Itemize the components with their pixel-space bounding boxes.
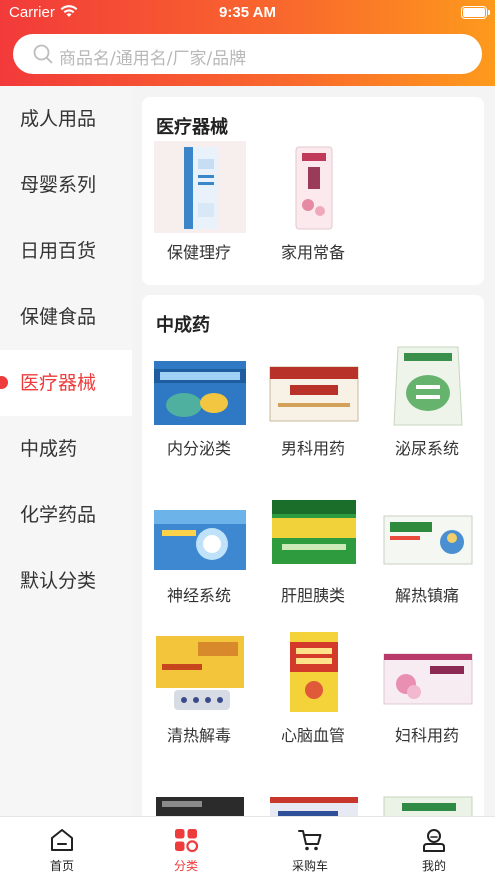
- subcategory-label: 保健理疗: [166, 243, 231, 262]
- header-bar: Carrier 9:35 AM 商品名/通用名/厂家/品牌: [0, 0, 495, 86]
- subcategory-label: 内分泌类: [166, 439, 231, 458]
- subcategory-item[interactable]: 内分泌类: [142, 343, 256, 473]
- product-image: [154, 361, 246, 425]
- category-sidebar: 成人用品 母婴系列 日用百货 保健食品 医疗器械 中成药 化学药品 默认分类: [0, 86, 132, 816]
- sidebar-item-label: 成人用品: [20, 108, 97, 130]
- subcategory-label: 清热解毒: [166, 726, 231, 745]
- product-image: [272, 500, 356, 564]
- subcategory-item[interactable]: 肝胆胰类: [256, 490, 370, 620]
- search-input[interactable]: 商品名/通用名/厂家/品牌: [13, 34, 482, 74]
- battery-icon: [461, 6, 490, 19]
- sidebar-item-label: 默认分类: [20, 570, 97, 592]
- profile-icon: [423, 829, 445, 852]
- product-image: [269, 366, 359, 422]
- section-card-chinese-medicine: 中成药 内分泌类 男科用药 泌尿系统 神经系统 肝胆胰类 解热镇痛 清热解毒 心…: [142, 295, 484, 816]
- category-icon: [175, 829, 199, 853]
- sidebar-item-daily-goods[interactable]: 日用百货: [0, 218, 132, 284]
- tab-label: 采购车: [291, 859, 328, 873]
- sidebar-item-label: 化学药品: [20, 504, 97, 526]
- sidebar-item-label: 母婴系列: [20, 174, 97, 196]
- product-image: [156, 797, 244, 816]
- product-image: [383, 515, 473, 565]
- cart-icon: [298, 830, 322, 851]
- sidebar-item-label: 医疗器械: [20, 372, 97, 394]
- sidebar-item-label: 日用百货: [20, 240, 97, 262]
- tab-home[interactable]: 首页: [0, 817, 124, 881]
- subcategory-item[interactable]: 解热镇痛: [370, 490, 484, 620]
- tab-profile[interactable]: 我的: [372, 817, 495, 881]
- product-image: [383, 653, 473, 705]
- sidebar-item-default[interactable]: 默认分类: [0, 548, 132, 614]
- subcategory-item[interactable]: 心脑血管: [256, 630, 370, 760]
- product-image: [268, 141, 360, 233]
- section-card-medical-devices: 医疗器械 保健理疗 家用常备: [142, 97, 484, 285]
- product-image: [154, 141, 246, 233]
- tab-label: 分类: [173, 859, 198, 873]
- subcategory-item[interactable]: 妇科用药: [370, 630, 484, 760]
- sidebar-item-medical-devices[interactable]: 医疗器械: [0, 350, 132, 416]
- sidebar-item-label: 保健食品: [20, 306, 97, 328]
- subcategory-label: 神经系统: [166, 586, 231, 605]
- subcategory-item[interactable]: 男科用药: [256, 343, 370, 473]
- tab-label: 首页: [49, 859, 74, 873]
- subcategory-label: 心脑血管: [280, 726, 345, 745]
- tab-cart[interactable]: 采购车: [248, 817, 372, 881]
- subcategory-label: 肝胆胰类: [280, 586, 345, 605]
- subcategory-item[interactable]: 保健理疗: [142, 139, 256, 269]
- sidebar-item-chemical-drugs[interactable]: 化学药品: [0, 482, 132, 548]
- subcategory-item[interactable]: 泌尿系统: [370, 343, 484, 473]
- section-title: 医疗器械: [156, 117, 228, 138]
- search-icon: [33, 44, 53, 64]
- product-image: [290, 632, 338, 712]
- subcategory-label: 妇科用药: [394, 726, 459, 745]
- subcategory-item[interactable]: 清热解毒: [142, 630, 256, 760]
- product-image: [156, 636, 244, 710]
- home-icon: [51, 829, 73, 851]
- category-content: 医疗器械 保健理疗 家用常备 中成药 内分泌类 男科用药 泌尿系统 神经系统 肝…: [132, 86, 495, 816]
- tab-category[interactable]: 分类: [124, 817, 248, 881]
- sidebar-item-maternal-baby[interactable]: 母婴系列: [0, 152, 132, 218]
- status-bar: Carrier 9:35 AM: [0, 0, 495, 26]
- subcategory-item[interactable]: 神经系统: [142, 490, 256, 620]
- sidebar-item-label: 中成药: [20, 438, 78, 460]
- clock: 9:35 AM: [219, 4, 276, 21]
- bottom-tab-bar: 首页 分类 采购车 我的: [0, 816, 495, 881]
- section-title: 中成药: [156, 315, 210, 336]
- search-placeholder: 商品名/通用名/厂家/品牌: [59, 49, 247, 69]
- product-image: [383, 796, 473, 816]
- product-image: [154, 510, 246, 570]
- product-image: [270, 797, 358, 816]
- sidebar-item-adult[interactable]: 成人用品: [0, 86, 132, 152]
- sidebar-item-health-food[interactable]: 保健食品: [0, 284, 132, 350]
- subcategory-label: 泌尿系统: [394, 439, 459, 458]
- subcategory-item[interactable]: 家用常备: [256, 139, 370, 269]
- active-indicator: [0, 376, 8, 389]
- sidebar-item-chinese-medicine[interactable]: 中成药: [0, 416, 132, 482]
- tab-label: 我的: [421, 859, 446, 873]
- subcategory-label: 男科用药: [280, 439, 345, 458]
- subcategory-label: 家用常备: [280, 243, 345, 262]
- product-image: [393, 346, 463, 426]
- subcategory-label: 解热镇痛: [394, 586, 459, 605]
